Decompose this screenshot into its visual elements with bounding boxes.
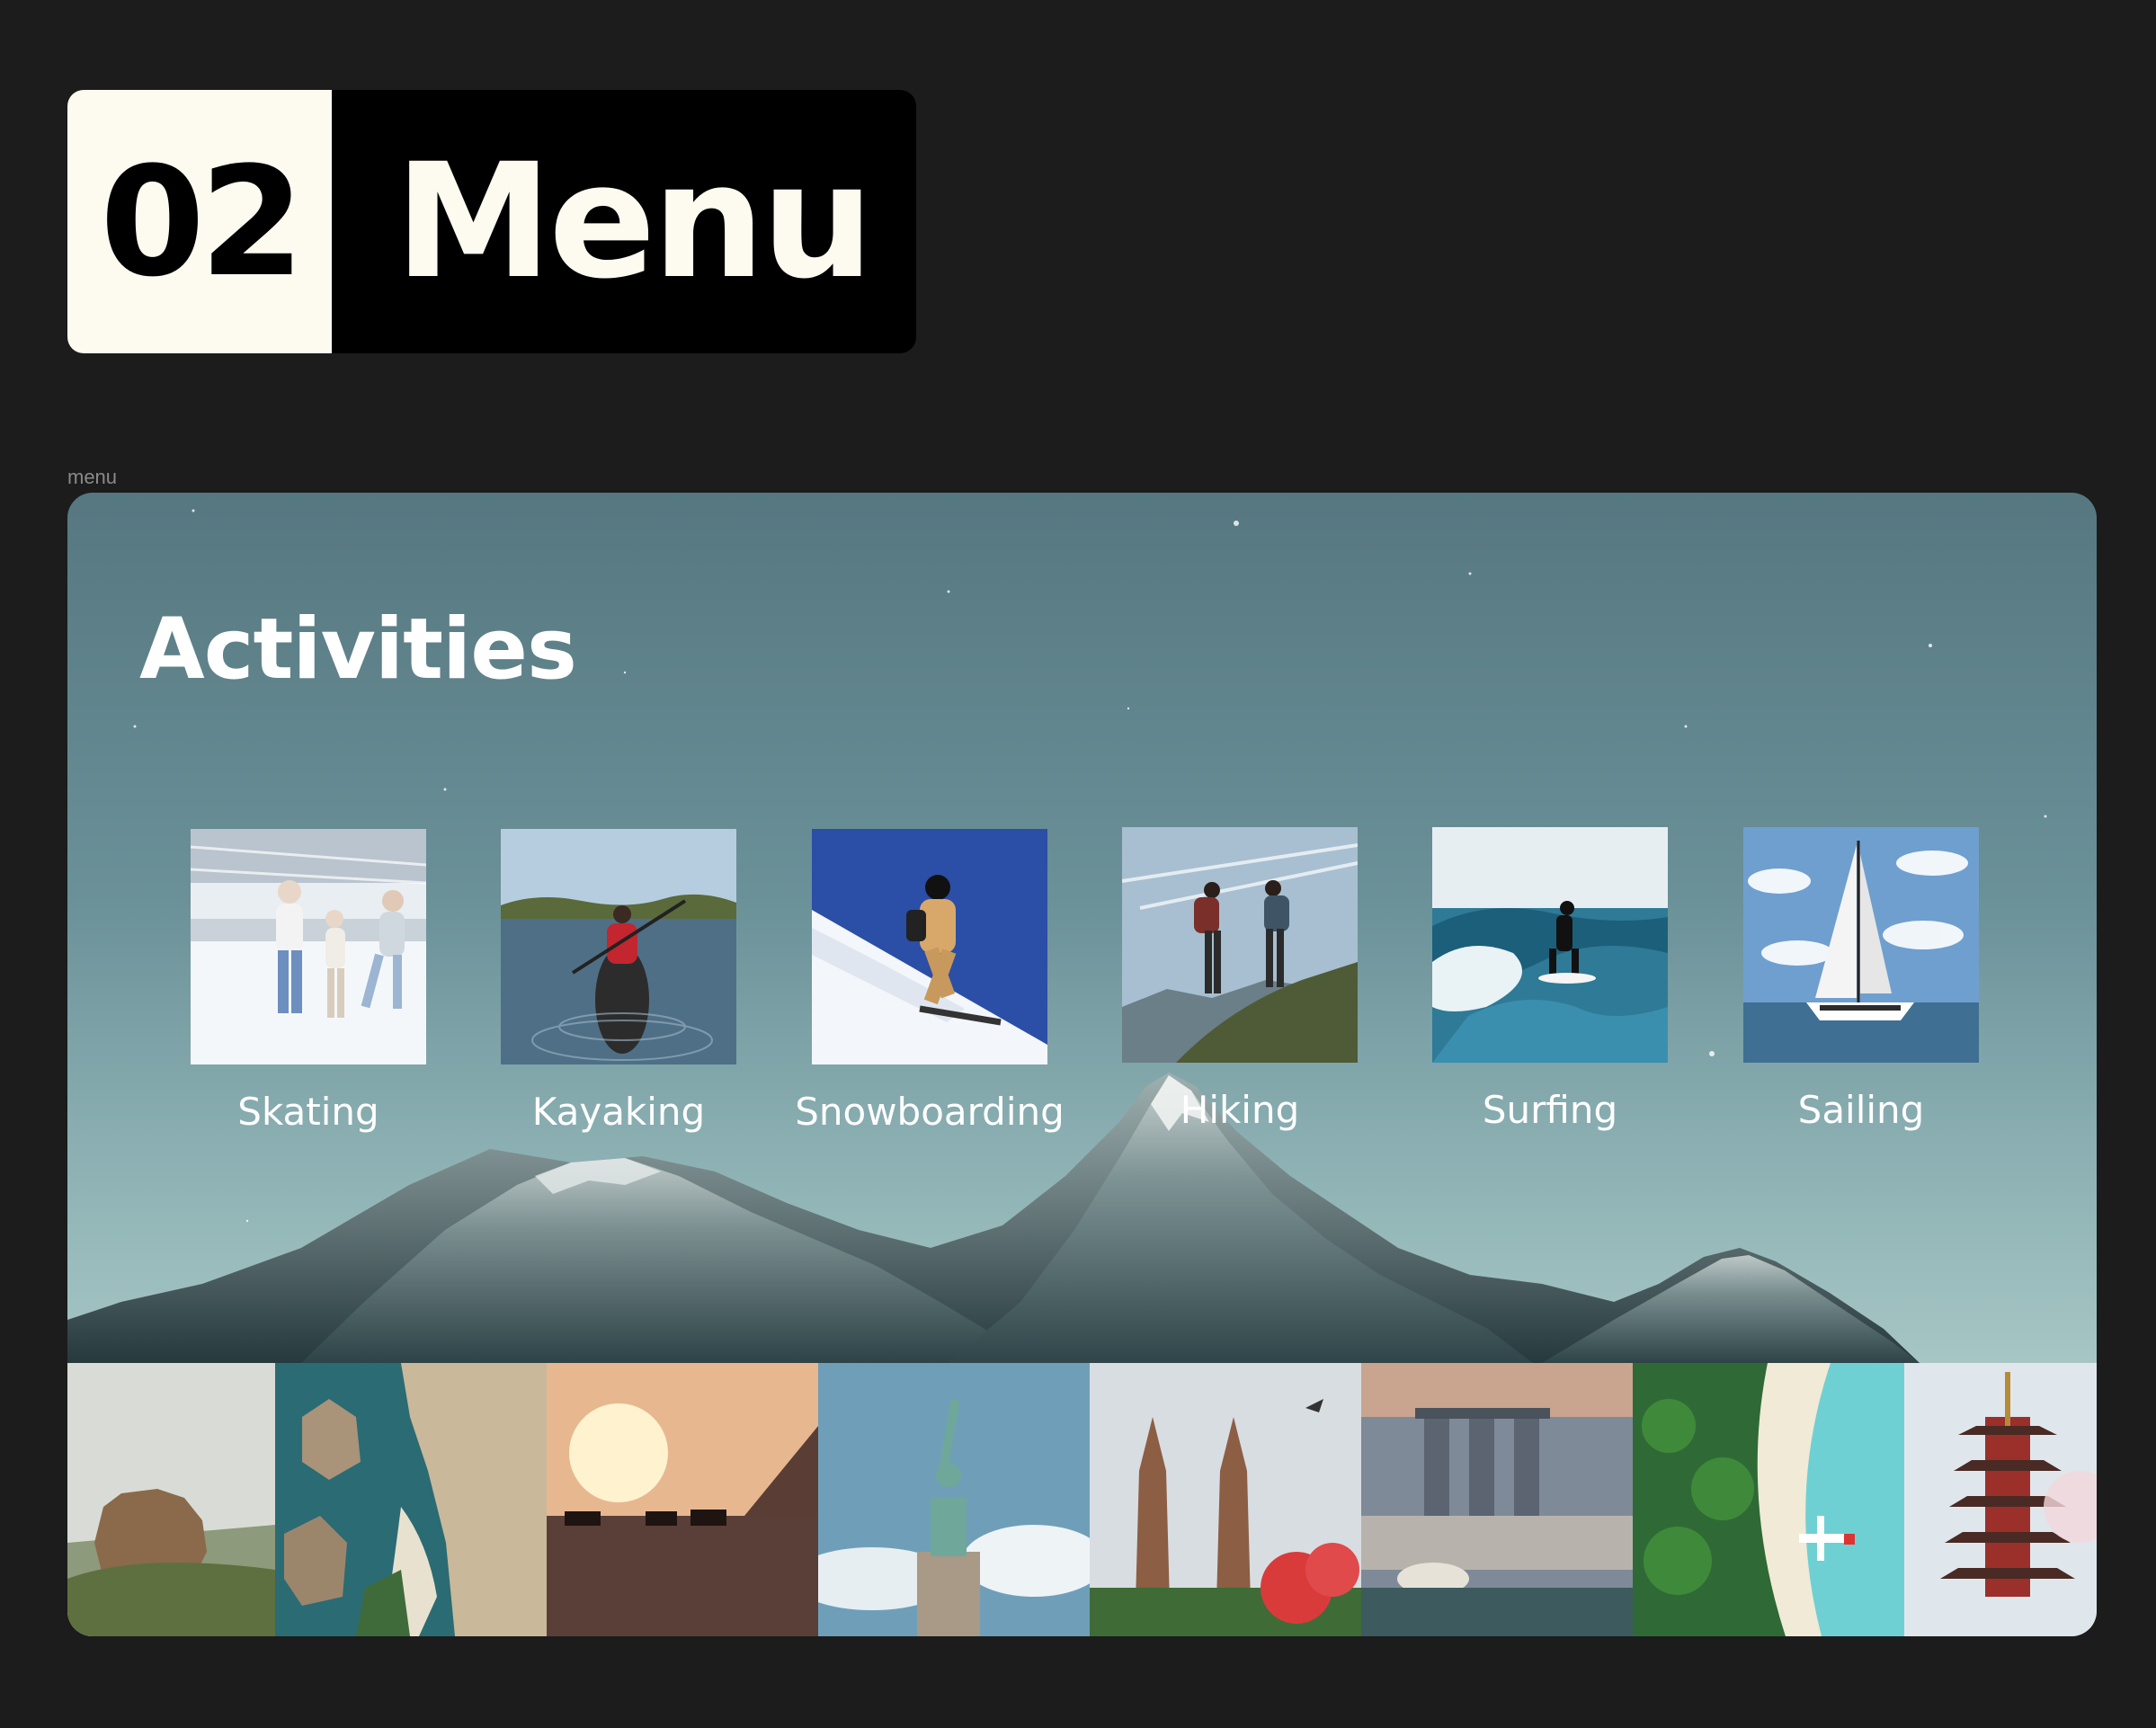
destination-tile[interactable] bbox=[1904, 1363, 2097, 1636]
destination-tile[interactable] bbox=[67, 1363, 275, 1636]
destination-tile[interactable] bbox=[1633, 1363, 1904, 1636]
snowboarding-photo bbox=[812, 829, 1047, 1064]
section-title: Menu bbox=[395, 129, 874, 314]
destinations-strip bbox=[67, 1363, 2097, 1636]
sailing-photo bbox=[1743, 827, 1979, 1063]
destination-tile[interactable] bbox=[1361, 1363, 1633, 1636]
activity-hiking[interactable]: Hiking bbox=[1122, 827, 1358, 1132]
destination-tile[interactable] bbox=[547, 1363, 818, 1636]
surfing-photo bbox=[1432, 827, 1668, 1063]
bali-temple-gate-photo bbox=[1090, 1363, 1361, 1636]
desert-pyramids-photo bbox=[547, 1363, 818, 1636]
frame-label[interactable]: menu bbox=[67, 466, 117, 489]
section-number: 02 bbox=[67, 90, 332, 353]
section-badge: 02 Menu bbox=[67, 90, 916, 353]
activities-menu-card: Activities Skating Kayaking Snowboarding… bbox=[67, 493, 2097, 1636]
coastal-cliffs-photo bbox=[275, 1363, 547, 1636]
sigiriya-rock-photo bbox=[67, 1363, 275, 1636]
destination-tile[interactable] bbox=[275, 1363, 547, 1636]
destination-tile[interactable] bbox=[818, 1363, 1090, 1636]
statue-of-liberty-photo bbox=[818, 1363, 1090, 1636]
japanese-pagoda-photo bbox=[1904, 1363, 2097, 1636]
maldives-beach-seaplane-photo bbox=[1633, 1363, 1904, 1636]
activity-sailing[interactable]: Sailing bbox=[1743, 827, 1979, 1132]
destination-tile[interactable] bbox=[1090, 1363, 1361, 1636]
activity-label: Sailing bbox=[1797, 1088, 1925, 1132]
kayaking-photo bbox=[501, 829, 736, 1064]
hiking-photo bbox=[1122, 827, 1358, 1063]
ice-skating-photo bbox=[191, 829, 426, 1064]
activities-heading: Activities bbox=[139, 601, 577, 699]
activity-kayaking[interactable]: Kayaking bbox=[501, 829, 736, 1134]
activity-surfing[interactable]: Surfing bbox=[1432, 827, 1668, 1132]
singapore-marina-bay-photo bbox=[1361, 1363, 1633, 1636]
activity-skating[interactable]: Skating bbox=[191, 829, 426, 1134]
activity-snowboarding[interactable]: Snowboarding bbox=[795, 829, 1065, 1134]
